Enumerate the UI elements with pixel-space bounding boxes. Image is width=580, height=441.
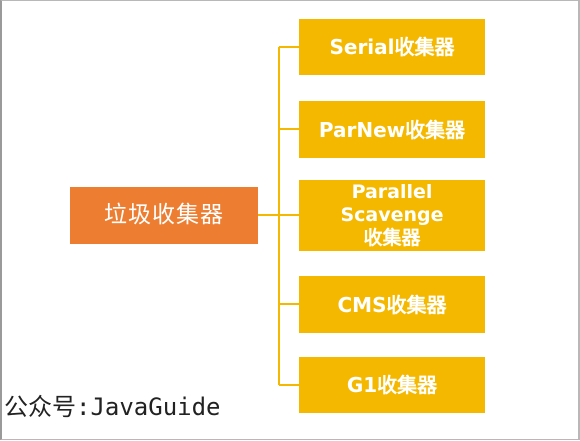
root-node-label: 垃圾收集器 <box>104 201 224 228</box>
collector-label-line1: Parallel Scavenge <box>340 181 444 227</box>
collector-node-serial: Serial收集器 <box>299 19 485 75</box>
collector-label: G1收集器 <box>346 373 438 397</box>
root-node-garbage-collectors: 垃圾收集器 <box>70 187 258 244</box>
collector-node-parnew: ParNew收集器 <box>299 101 485 158</box>
collector-node-g1: G1收集器 <box>299 357 485 413</box>
collector-label: CMS收集器 <box>337 292 447 317</box>
watermark-text: 公众号:JavaGuide <box>4 393 221 421</box>
collector-node-cms: CMS收集器 <box>299 276 485 333</box>
collector-node-parallel-scavenge: Parallel Scavenge 收集器 <box>299 180 485 251</box>
collector-label: ParNew收集器 <box>318 117 466 142</box>
collector-label-line2: 收集器 <box>363 226 421 249</box>
diagram-canvas: 垃圾收集器 Serial收集器 ParNew收集器 Parallel Scave… <box>0 0 580 440</box>
collector-label: Serial收集器 <box>329 35 455 59</box>
